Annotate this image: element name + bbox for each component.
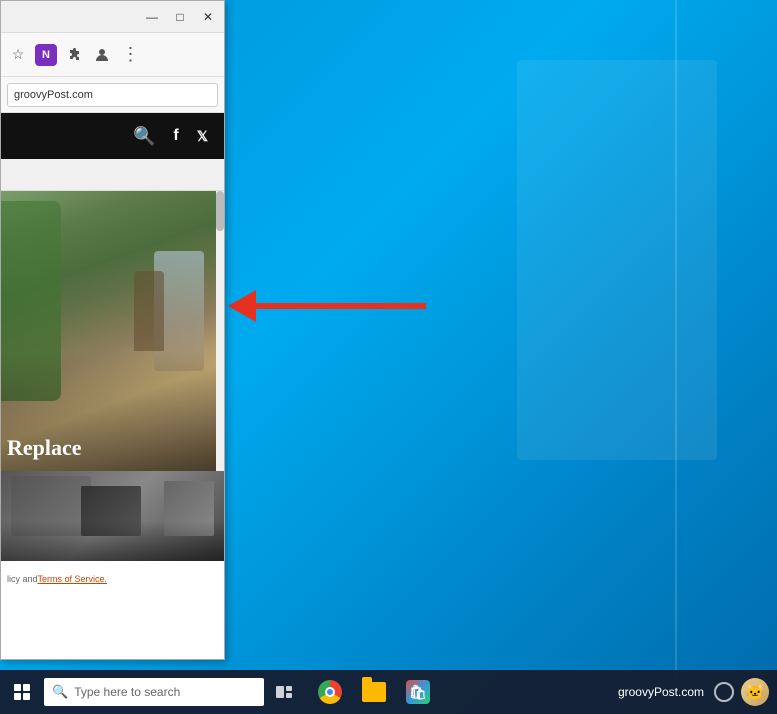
windows-logo-icon [14,684,30,700]
task-view-icon [276,686,292,698]
scrollbar-thumb[interactable] [216,191,224,231]
scrollbar[interactable] [216,191,224,471]
site-facebook-icon[interactable]: f [173,127,178,145]
extensions-icon[interactable] [63,44,85,66]
chrome-app-button[interactable] [308,670,352,714]
desktop-divider [675,0,677,680]
hero-text: Replace [7,435,82,461]
ms-store-button[interactable]: 🛍 [396,670,440,714]
taskbar-search-icon: 🔍 [52,684,68,700]
minimize-button[interactable]: — [144,9,160,25]
thumbnail-overlay [1,521,224,561]
footer-static-text: icy and [9,574,38,584]
hero-image: Replace [1,191,224,471]
address-bar-row [1,77,224,113]
start-button[interactable] [0,670,44,714]
cortana-circle-icon [714,682,734,702]
bookmark-icon[interactable]: ☆ [7,44,29,66]
arrow-head [228,290,256,322]
title-bar: — □ ✕ [1,1,224,33]
site-search-icon[interactable]: 🔍 [133,126,155,147]
file-explorer-icon [362,682,386,702]
close-button[interactable]: ✕ [200,9,216,25]
desktop-light-area [517,60,717,460]
taskbar-search-box[interactable]: 🔍 Type here to search [44,678,264,706]
taskbar: 🔍 Type here to search 🛍 [0,670,777,714]
tray-avatar[interactable]: 🐱 [741,678,769,706]
onenote-extension-icon[interactable]: N [35,44,57,66]
thumbnail-area [1,471,224,561]
task-view-button[interactable] [264,670,304,714]
site-header: 🔍 f 𝕏 [1,113,224,159]
site-twitter-icon[interactable]: 𝕏 [197,128,208,145]
red-arrow [230,290,426,322]
footer-terms-link[interactable]: Terms of Service. [38,574,108,584]
browser-toolbar: ☆ N ⋮ [1,33,224,77]
cortana-button[interactable] [711,682,737,702]
site-footer-text: l icy and Terms of Service. [1,561,224,597]
account-icon[interactable] [91,44,113,66]
browser-content: 🔍 f 𝕏 Replace [1,113,224,659]
system-tray: groovyPost.com 🐱 [615,678,777,706]
maximize-button[interactable]: □ [172,9,188,25]
taskbar-pinned-apps: 🛍 [308,670,440,714]
browser-window: — □ ✕ ☆ N ⋮ 🔍 f 𝕏 [0,0,225,660]
taskbar-search-placeholder: Type here to search [74,685,180,699]
site-search-input[interactable] [9,169,216,181]
arrow-line [256,303,426,309]
tray-domain: groovyPost.com [615,685,707,699]
browser-menu-icon[interactable]: ⋮ [119,44,141,66]
address-input[interactable] [7,83,218,107]
site-search-bar [1,159,224,191]
file-explorer-button[interactable] [352,670,396,714]
